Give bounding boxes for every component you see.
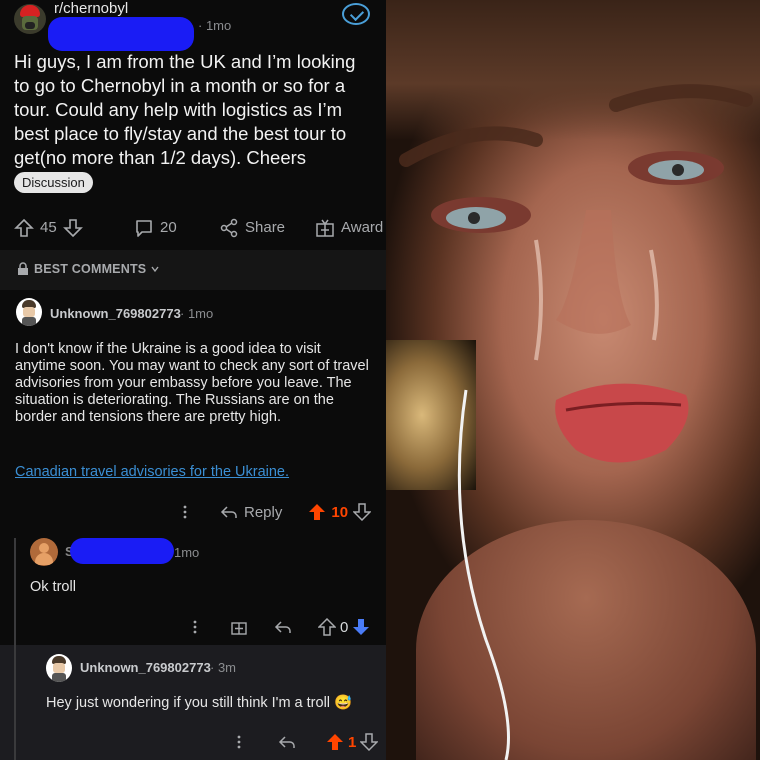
- reply-arrow-icon[interactable]: [278, 733, 296, 751]
- thread-line: [14, 538, 16, 645]
- verified-check-icon[interactable]: [342, 3, 370, 25]
- award-icon[interactable]: [230, 618, 248, 636]
- reddit-thread-screenshot: r/chernobyl · 1mo Hi guys, I am from the…: [0, 0, 386, 760]
- comments-button[interactable]: 20: [134, 214, 177, 242]
- thread-line: [14, 645, 16, 760]
- reply-arrow-icon: [220, 506, 237, 518]
- comment-body: I don't know if the Ukraine is a good id…: [15, 341, 369, 425]
- comment-vote-group: 0: [318, 618, 370, 636]
- comment-score: 1: [348, 733, 357, 751]
- comment-score: 10: [331, 503, 349, 521]
- upvote-arrow-icon[interactable]: [326, 733, 344, 751]
- chevron-down-icon: [151, 266, 159, 273]
- reply-button[interactable]: Reply: [220, 503, 282, 521]
- comment-action-bar: 1: [230, 730, 379, 754]
- downvote-arrow-icon[interactable]: [352, 618, 370, 636]
- downvote-arrow-icon[interactable]: [62, 218, 83, 238]
- comment-body: Hey just wondering if you still think I'…: [46, 695, 353, 711]
- commenter-avatar[interactable]: [30, 538, 58, 566]
- more-dots-icon[interactable]: [176, 503, 194, 521]
- comment-action-bar: Reply 10: [176, 500, 372, 524]
- post-header: r/chernobyl · 1mo: [0, 0, 386, 51]
- award-button[interactable]: Award: [315, 214, 383, 242]
- reply-arrow-icon[interactable]: [274, 618, 292, 636]
- post-action-bar: 45 20 Share Award: [0, 214, 386, 242]
- comment-body: Ok troll: [30, 579, 76, 595]
- comment-time: · 3m: [210, 660, 237, 675]
- post-flair[interactable]: Discussion: [14, 172, 93, 193]
- sweat-smile-emoji: 😅: [334, 695, 353, 711]
- more-dots-icon[interactable]: [186, 618, 204, 636]
- redacted-username: [70, 538, 174, 564]
- comment-time: · 1mo: [180, 306, 214, 321]
- award-label: Award: [341, 219, 384, 236]
- comment-sort-bar[interactable]: BEST COMMENTS: [0, 250, 386, 290]
- upvote-count: 45: [40, 219, 57, 236]
- comment-time: 1mo: [174, 545, 200, 560]
- comment-action-bar: 0: [186, 615, 370, 639]
- more-dots-icon[interactable]: [230, 733, 248, 751]
- downvote-arrow-icon[interactable]: [353, 503, 372, 521]
- downvote-arrow-icon[interactable]: [360, 733, 379, 751]
- upvote-arrow-icon[interactable]: [318, 618, 336, 636]
- comment-username[interactable]: Unknown_769802773: [50, 306, 181, 321]
- comment-score: 0: [340, 618, 349, 636]
- comment-vote-group: 1: [326, 733, 379, 751]
- subreddit-name[interactable]: r/chernobyl: [54, 0, 128, 17]
- share-icon: [220, 218, 238, 238]
- post-time: · 1mo: [198, 18, 232, 33]
- lock-icon: [18, 262, 28, 275]
- highlighted-comment: Unknown_769802773 · 3m Hey just wonderin…: [0, 645, 386, 760]
- upvote-arrow-icon[interactable]: [308, 503, 326, 521]
- comment-bubble-icon: [136, 220, 152, 237]
- subreddit-avatar[interactable]: [14, 4, 46, 34]
- crying-face-photo: [386, 0, 760, 760]
- reply-label: Reply: [244, 503, 283, 521]
- redacted-username: [48, 17, 194, 51]
- commenter-avatar[interactable]: [16, 298, 42, 326]
- sort-label: BEST COMMENTS: [34, 262, 147, 276]
- comment-count: 20: [160, 219, 177, 236]
- post-title: Hi guys, I am from the UK and I’m lookin…: [14, 51, 356, 168]
- share-button[interactable]: Share: [219, 214, 285, 242]
- commenter-avatar[interactable]: [46, 654, 72, 682]
- comment-vote-group: 10: [308, 503, 372, 521]
- upvote-arrow-icon[interactable]: [14, 218, 34, 238]
- travel-advisory-link[interactable]: Canadian travel advisories for the Ukrai…: [15, 464, 289, 480]
- share-label: Share: [245, 219, 286, 236]
- comment-username[interactable]: Unknown_769802773: [80, 660, 211, 675]
- award-icon: [316, 219, 334, 237]
- vote-group: 45: [14, 214, 83, 242]
